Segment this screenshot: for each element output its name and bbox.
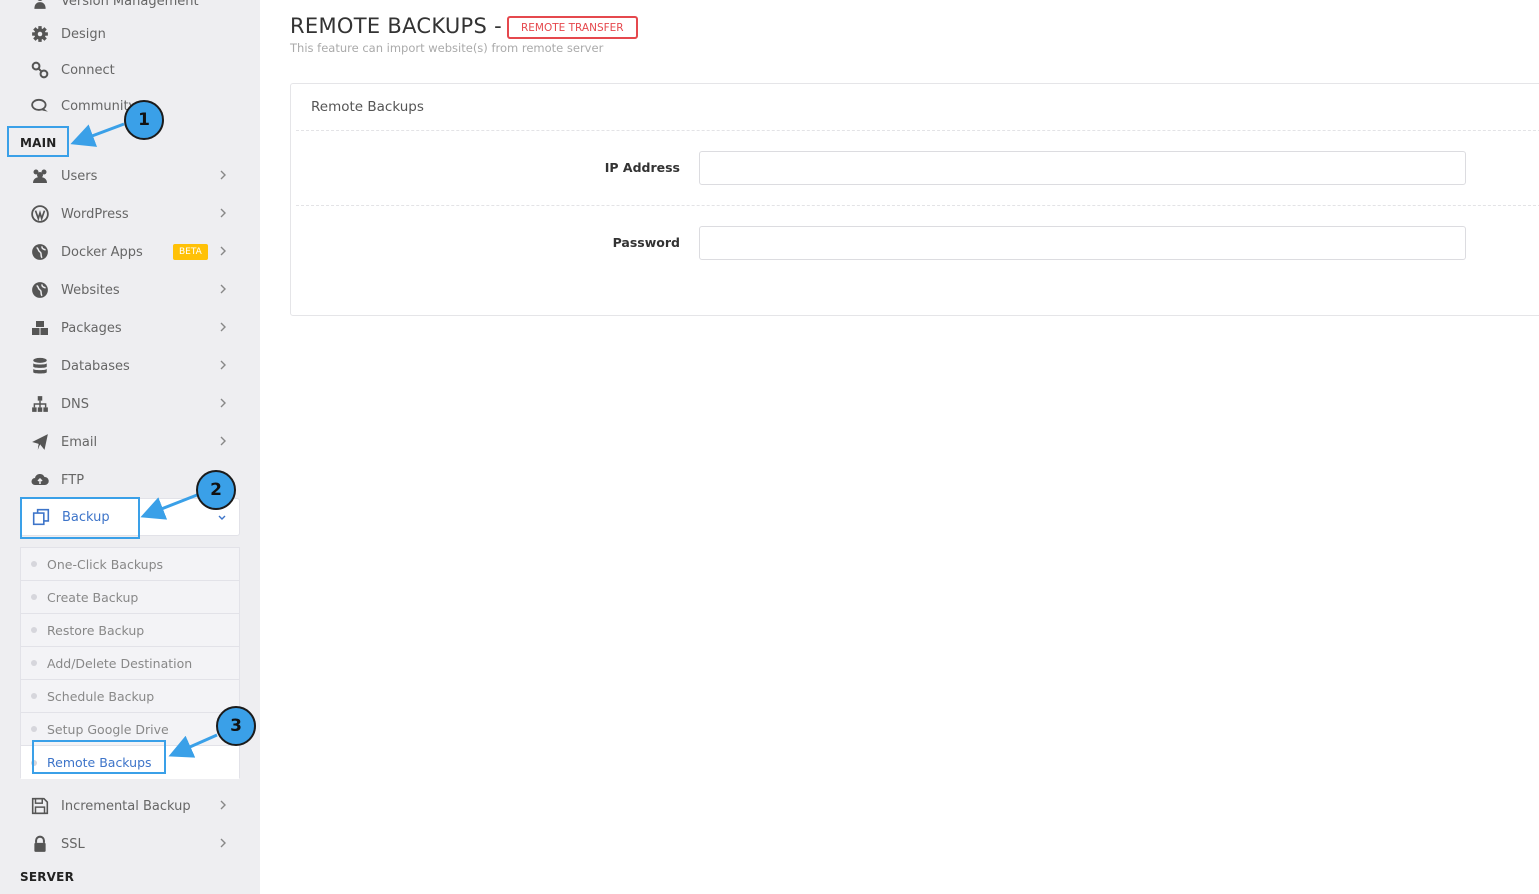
chevron-right-icon — [218, 836, 228, 850]
ip-address-label: IP Address — [604, 160, 680, 175]
password-label: Password — [612, 235, 680, 250]
sidebar-item-ssl[interactable]: SSL — [20, 826, 240, 862]
page-title: REMOTE BACKUPS - — [290, 14, 502, 38]
annotation-marker-3: 3 — [216, 706, 256, 746]
annotation-marker-2: 2 — [196, 470, 236, 510]
remote-transfer-badge[interactable]: REMOTE TRANSFER — [507, 16, 638, 39]
sidebar-item-label: SSL — [61, 836, 85, 852]
panel-title: Remote Backups — [311, 99, 424, 115]
divider — [296, 205, 1539, 206]
divider — [296, 130, 1539, 131]
lock-icon — [30, 834, 50, 854]
chevron-right-icon — [218, 798, 228, 812]
annotation-marker-1: 1 — [124, 100, 164, 140]
remote-backups-panel: Remote Backups IP Address Password — [290, 83, 1539, 316]
sidebar-item-label: Incremental Backup — [61, 798, 191, 814]
ip-address-input[interactable] — [699, 151, 1466, 185]
page-subtitle: This feature can import website(s) from … — [290, 41, 604, 55]
password-input[interactable] — [699, 226, 1466, 260]
section-header-server: SERVER — [20, 870, 75, 884]
